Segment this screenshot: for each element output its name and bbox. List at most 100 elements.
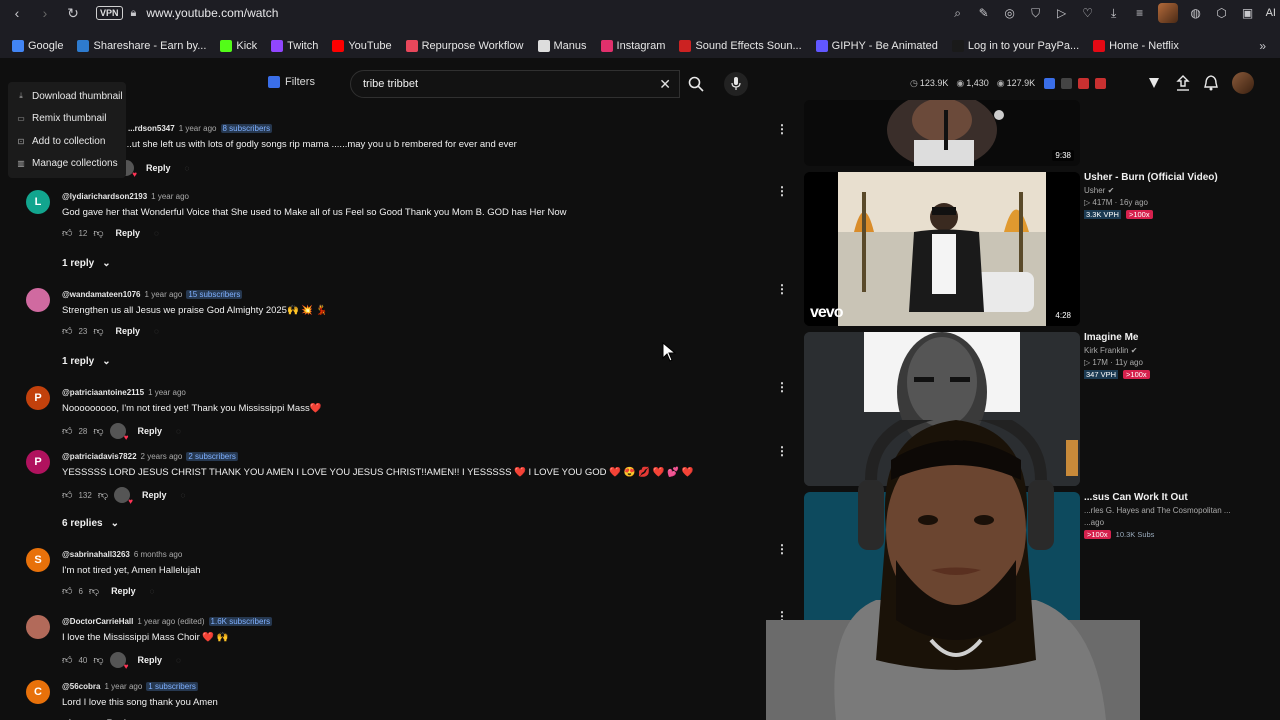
thumbs-up-icon[interactable]: 👍︎ <box>62 325 72 337</box>
voice-search-button[interactable] <box>724 72 748 96</box>
comment-menu-icon[interactable]: ⋮ <box>776 282 788 296</box>
address-bar[interactable]: www.youtube.com/watch <box>146 6 278 20</box>
comment-author[interactable]: @56cobra <box>62 682 100 691</box>
comment-time[interactable]: 6 months ago <box>134 550 182 559</box>
heart-icon[interactable]: ♡ <box>1080 5 1096 21</box>
ai-reply-icon[interactable]: ◌ <box>150 587 155 596</box>
comment-author[interactable]: @lydiarichardson2193 <box>62 192 147 201</box>
forward-icon[interactable]: › <box>34 2 56 24</box>
comment-time[interactable]: 1 year ago <box>148 388 186 397</box>
thumbs-up-icon[interactable]: 👍︎ <box>62 227 72 239</box>
bookmark-item[interactable]: Twitch <box>271 40 318 52</box>
shield-icon[interactable]: ⛉ <box>1028 5 1044 21</box>
reply-button[interactable]: Reply <box>138 655 163 665</box>
comment-author[interactable]: @wandamateen1076 <box>62 290 141 299</box>
reload-icon[interactable]: ↻ <box>62 2 84 24</box>
search-input[interactable]: tribe tribbet ✕ <box>350 70 680 98</box>
download-icon[interactable]: ⤓ <box>1106 5 1122 21</box>
search-button[interactable] <box>680 70 712 98</box>
video-thumbnail[interactable]: 9:38 <box>804 100 1080 166</box>
thumbs-down-icon[interactable]: 👎︎ <box>93 325 103 337</box>
bookmark-item[interactable]: Sound Effects Soun... <box>679 40 802 52</box>
back-icon[interactable]: ‹ <box>6 2 28 24</box>
ai-reply-icon[interactable]: ◌ <box>180 491 185 500</box>
menu-manage-collections[interactable]: ▥ Manage collections <box>8 153 126 176</box>
account-avatar[interactable] <box>1232 72 1254 94</box>
comment-author[interactable]: @DoctorCarrieHall <box>62 617 133 626</box>
ai-reply-icon[interactable]: ◌ <box>154 327 159 336</box>
reply-button[interactable]: Reply <box>138 426 163 436</box>
bookmark-item[interactable]: Instagram <box>600 40 665 52</box>
comment-menu-icon[interactable]: ⋮ <box>776 380 788 394</box>
video-thumbnail[interactable]: vevo 4:28 <box>804 172 1080 326</box>
video-title[interactable]: Usher - Burn (Official Video) <box>1084 172 1218 183</box>
comment-time[interactable]: 1 year ago <box>179 124 217 133</box>
comment-menu-icon[interactable]: ⋮ <box>776 122 788 136</box>
thumbs-up-icon[interactable]: 👍︎ <box>62 654 72 666</box>
thumbs-down-icon[interactable]: 👎︎ <box>93 654 103 666</box>
bookmark-item[interactable]: Repurpose Workflow <box>405 40 524 52</box>
comment-menu-icon[interactable]: ⋮ <box>776 184 788 198</box>
reply-button[interactable]: Reply <box>111 586 136 596</box>
lock-icon[interactable]: 🔒︎ <box>131 7 137 20</box>
flag-icon[interactable] <box>1078 78 1089 89</box>
reply-button[interactable]: Reply <box>116 228 141 238</box>
replies-toggle[interactable]: 6 replies ⌄ <box>62 518 119 529</box>
wallet-icon[interactable]: ▣ <box>1240 5 1256 21</box>
filters-button[interactable]: Filters <box>268 76 315 88</box>
comment-time[interactable]: 1 year ago <box>104 682 142 691</box>
more-bookmarks-icon[interactable]: » <box>1259 39 1266 53</box>
thumbs-down-icon[interactable]: 👎︎ <box>93 227 103 239</box>
reply-button[interactable]: Reply <box>116 326 141 336</box>
thumbs-down-icon[interactable]: 👎︎ <box>89 585 99 597</box>
bell-icon[interactable] <box>1204 75 1218 91</box>
extension-icon[interactable]: ◍ <box>1188 5 1204 21</box>
thumbs-up-icon[interactable]: 👍︎ <box>62 425 72 437</box>
bookmark-item[interactable]: GIPHY - Be Animated <box>815 40 938 52</box>
avatar[interactable]: C <box>26 680 50 704</box>
vidiq-icon[interactable] <box>1044 78 1055 89</box>
vpn-badge[interactable]: VPN <box>96 6 123 20</box>
reply-button[interactable]: Reply <box>142 490 167 500</box>
avatar[interactable]: S <box>26 548 50 572</box>
search-page-icon[interactable]: ⌕ <box>950 5 966 21</box>
video-channel[interactable]: Kirk Franklin ✔︎ <box>1084 346 1150 355</box>
ai-button[interactable]: AI <box>1266 7 1276 19</box>
camera-icon[interactable]: ◎ <box>1002 5 1018 21</box>
avatar[interactable]: P <box>26 386 50 410</box>
replies-toggle[interactable]: 1 reply ⌄ <box>62 258 111 269</box>
menu-remix-thumbnail[interactable]: ▭ Remix thumbnail <box>8 108 126 131</box>
thumbs-down-icon[interactable]: 👎︎ <box>98 489 108 501</box>
menu-download-thumbnail[interactable]: ⤓ Download thumbnail <box>8 85 126 108</box>
comment-time[interactable]: 2 years ago <box>141 452 183 461</box>
thumbs-down-icon[interactable]: 👎︎ <box>93 425 103 437</box>
video-title[interactable]: Imagine Me <box>1084 332 1150 343</box>
replies-toggle[interactable]: 1 reply ⌄ <box>62 356 111 367</box>
ai-reply-icon[interactable]: ◌ <box>176 656 181 665</box>
reply-button[interactable]: Reply <box>146 163 171 173</box>
comment-author[interactable]: ...rdson5347 <box>128 124 175 133</box>
comment-author[interactable]: @patriciadavis7822 <box>62 452 137 461</box>
ai-reply-icon[interactable]: ◌ <box>176 427 181 436</box>
ai-reply-icon[interactable]: ◌ <box>185 164 190 173</box>
comment-author[interactable]: @sabrinahall3263 <box>62 550 130 559</box>
thumbs-up-icon[interactable]: 👍︎ <box>62 489 72 501</box>
upload-icon[interactable] <box>1176 75 1190 91</box>
comment-time[interactable]: 1 year ago (edited) <box>137 617 204 626</box>
bookmark-item[interactable]: Manus <box>537 40 587 52</box>
profile-avatar[interactable] <box>1157 3 1178 23</box>
menu-icon[interactable]: ≡ <box>1132 5 1148 21</box>
thumbs-up-icon[interactable]: 👍︎ <box>62 585 72 597</box>
clear-icon[interactable]: ✕ <box>659 76 671 93</box>
bookmark-item[interactable]: Shareshare - Earn by... <box>77 40 206 52</box>
comment-author[interactable]: @patriciaantoine2115 <box>62 388 144 397</box>
bookmark-item[interactable]: Google <box>12 40 63 52</box>
comment-time[interactable]: 1 year ago <box>145 290 183 299</box>
avatar[interactable] <box>26 615 50 639</box>
avatar[interactable]: P <box>26 450 50 474</box>
avatar[interactable]: L <box>26 190 50 214</box>
alert-icon[interactable] <box>1095 78 1106 89</box>
create-icon[interactable] <box>1146 75 1162 91</box>
video-info[interactable]: Imagine Me Kirk Franklin ✔︎ ▷ 17M · 11y … <box>1084 332 1150 379</box>
menu-add-to-collection[interactable]: ⊡ Add to collection <box>8 130 126 153</box>
